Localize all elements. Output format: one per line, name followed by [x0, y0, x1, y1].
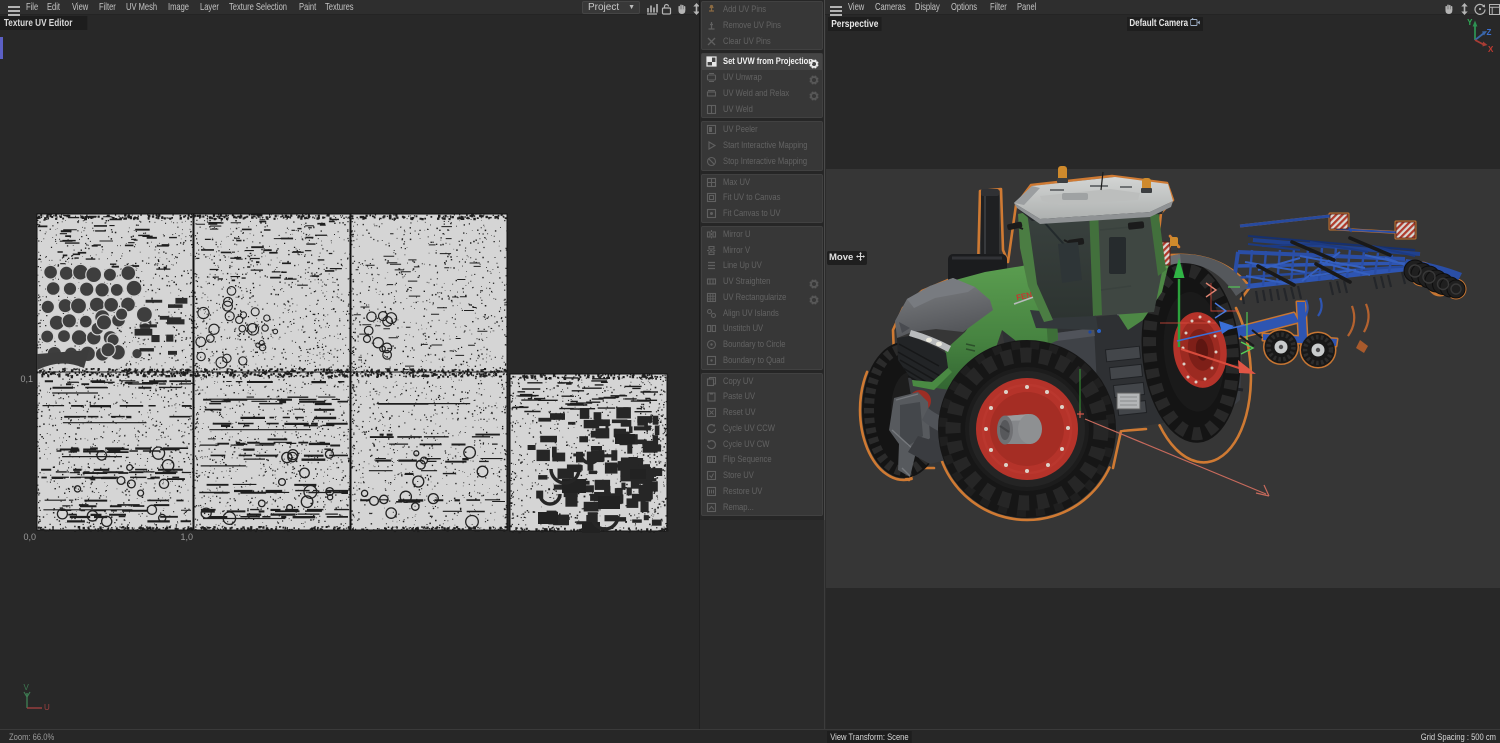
svg-text:X: X [1488, 45, 1494, 54]
svg-text:V: V [24, 683, 30, 692]
svg-text:0,1: 0,1 [20, 374, 33, 384]
svg-text:Z: Z [1487, 28, 1492, 37]
svg-text:1,0: 1,0 [180, 532, 193, 542]
svg-text:U: U [44, 703, 50, 712]
svg-text:Y: Y [1467, 18, 1473, 27]
svg-text:0,0: 0,0 [23, 532, 36, 542]
